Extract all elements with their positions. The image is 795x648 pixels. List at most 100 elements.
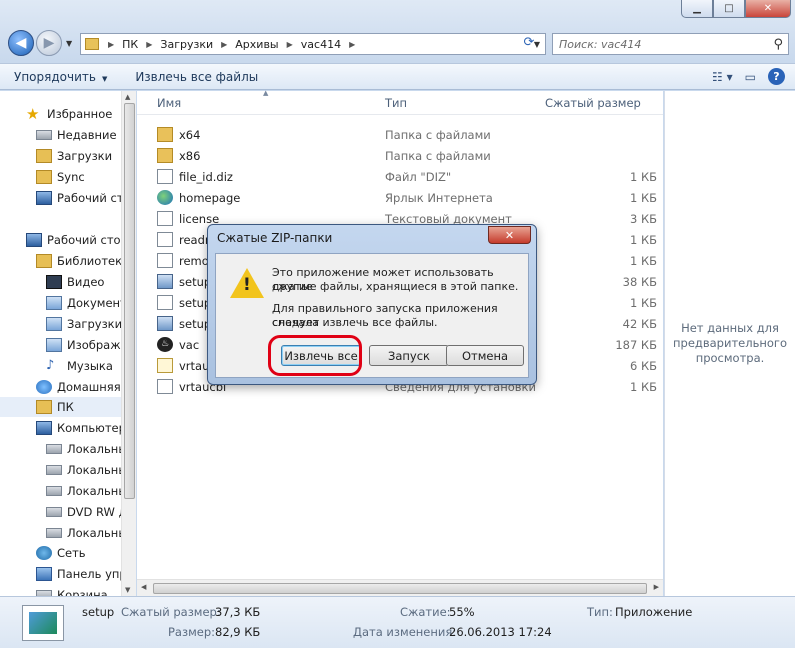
scrollbar-thumb[interactable]	[124, 103, 135, 499]
navigation-pane: ★ Избранное Недавние м Загрузки Sync Рабо…	[0, 91, 136, 596]
file-name: file_id.diz	[179, 169, 233, 184]
chevron-right-icon[interactable]: ▶	[103, 40, 119, 49]
file-size: 1 КБ	[629, 232, 657, 247]
view-options-icon[interactable]: ☷ ▾	[712, 70, 733, 84]
sidebar-item-desktop[interactable]: Рабочий стол	[26, 230, 128, 250]
dialog-close-button[interactable]: ✕	[488, 226, 531, 244]
table-row[interactable]: x64 Папка с файлами	[137, 124, 663, 145]
search-icon[interactable]: ⚲	[773, 37, 783, 52]
scroll-down-icon[interactable]: ▼	[125, 586, 130, 594]
sidebar-item-control-panel[interactable]: Панель упр	[36, 564, 127, 584]
dialog-body: ! Это приложение может использовать друг…	[215, 253, 529, 378]
column-header-type[interactable]: Тип	[385, 96, 407, 110]
scroll-up-icon[interactable]: ▲	[125, 93, 130, 101]
chevron-right-icon[interactable]: ▶	[216, 40, 232, 49]
back-button[interactable]: ◀	[8, 30, 34, 56]
arrow-right-icon: ▶	[43, 35, 55, 51]
table-row[interactable]: x86 Папка с файлами	[137, 145, 663, 166]
address-bar[interactable]: ▶ ПК ▶ Загрузки ▶ Архивы ▶ vac414 ▶ ▼	[80, 33, 546, 55]
preview-empty-text: Нет данных для предварительного просмотр…	[673, 321, 787, 365]
chevron-right-icon[interactable]: ▶	[344, 40, 360, 49]
file-size: 1 КБ	[629, 253, 657, 268]
table-row[interactable]: homepage Ярлык Интернета 1 КБ	[137, 187, 663, 208]
sidebar-item-label: Локальны	[67, 526, 128, 540]
file-size: 6 КБ	[629, 358, 657, 373]
forward-button[interactable]: ▶	[36, 30, 62, 56]
scroll-left-icon[interactable]: ◀	[141, 583, 146, 591]
preview-pane-icon[interactable]: ▭	[745, 70, 756, 84]
sidebar-item-libraries[interactable]: Библиотеки	[36, 251, 130, 271]
table-row[interactable]: file_id.diz Файл "DIZ" 1 КБ	[137, 166, 663, 187]
extract-all-button[interactable]: Извлечь все файлы	[121, 70, 272, 84]
document-icon	[157, 295, 173, 310]
homegroup-icon	[36, 380, 52, 394]
sidebar-item-recent[interactable]: Недавние м	[36, 125, 129, 145]
dvd-icon	[46, 507, 62, 517]
file-size: 1 КБ	[629, 169, 657, 184]
sidebar-item-pictures[interactable]: Изображе	[46, 335, 128, 355]
breadcrumb-archives[interactable]: Архивы	[232, 38, 281, 51]
sidebar-item-homegroup[interactable]: Домашняя	[36, 377, 121, 397]
breadcrumb-vac414[interactable]: vac414	[298, 38, 344, 51]
sidebar-item-label: Домашняя	[57, 380, 121, 394]
sidebar-item-music[interactable]: ♪ Музыка	[46, 356, 113, 376]
sidebar-item-network[interactable]: Сеть	[36, 543, 86, 563]
column-header-size[interactable]: Сжатый размер	[545, 96, 641, 110]
application-icon	[157, 274, 173, 289]
details-size-label: Размер:	[168, 625, 216, 639]
scroll-right-icon[interactable]: ▶	[654, 583, 659, 591]
maximize-button[interactable]: □	[713, 0, 745, 18]
sidebar-item-drive[interactable]: Локальны	[46, 460, 127, 480]
close-button[interactable]: ✕	[745, 0, 791, 18]
details-compression-value: 55%	[449, 605, 475, 619]
document-icon	[157, 169, 173, 184]
folder-icon	[157, 148, 173, 163]
dialog-message-line: сжатые файлы, хранящиеся в этой папке.	[272, 280, 519, 293]
sidebar-item-computer[interactable]: Компьютер	[36, 418, 126, 438]
sidebar-item-label: Sync	[57, 170, 85, 184]
help-icon[interactable]: ?	[768, 68, 785, 85]
arrow-left-icon: ◀	[15, 35, 27, 51]
file-name: vac	[179, 337, 200, 352]
recent-pages-dropdown[interactable]: ▼	[66, 39, 72, 48]
sidebar-item-pc[interactable]: ПК	[0, 397, 121, 417]
organize-button[interactable]: Упорядочить ▼	[0, 70, 121, 84]
file-size: 187 КБ	[615, 337, 657, 352]
refresh-icon[interactable]: ⟳	[518, 35, 540, 53]
sidebar-item-favorites[interactable]: ★ Избранное	[26, 104, 112, 124]
file-size: 42 КБ	[622, 316, 657, 331]
file-type: Папка с файлами	[385, 127, 491, 142]
chevron-right-icon[interactable]: ▶	[282, 40, 298, 49]
file-name: x64	[179, 127, 201, 142]
file-size: 1 КБ	[629, 379, 657, 394]
sidebar-item-label: DVD RW д	[67, 505, 127, 519]
recent-places-icon	[36, 130, 52, 140]
sidebar-item-documents[interactable]: Документ	[46, 293, 127, 313]
sidebar-item-drive[interactable]: Локальны	[46, 481, 127, 501]
sidebar-scrollbar[interactable]: ▲ ▼	[121, 91, 136, 596]
sidebar-item-label: Библиотеки	[57, 254, 130, 268]
sidebar-item-dvd[interactable]: DVD RW д	[46, 502, 127, 522]
sidebar-item-recycle-bin[interactable]: Корзина	[36, 585, 108, 596]
search-input[interactable]: Поиск: vac414 ⚲	[552, 33, 789, 55]
run-button[interactable]: Запуск	[369, 345, 449, 366]
chevron-right-icon[interactable]: ▶	[141, 40, 157, 49]
horizontal-scrollbar[interactable]: ◀ ▶	[137, 579, 663, 596]
sidebar-item-drive[interactable]: Локальны	[46, 523, 127, 543]
sidebar-item-sync[interactable]: Sync	[36, 167, 85, 187]
sidebar-item-label: Загрузки	[57, 149, 113, 163]
sidebar-item-video[interactable]: Видео	[46, 272, 104, 292]
column-header-name[interactable]: Имя	[157, 96, 181, 110]
sidebar-item-drive[interactable]: Локальны	[46, 439, 127, 459]
sidebar-item-downloads[interactable]: Загрузки	[36, 146, 112, 166]
scrollbar-thumb[interactable]	[153, 583, 647, 594]
sidebar-item-label: ПК	[57, 400, 74, 414]
minimize-button[interactable]: ▁	[681, 0, 713, 18]
cancel-button[interactable]: Отмена	[446, 345, 524, 366]
breadcrumb-pc[interactable]: ПК	[119, 38, 141, 51]
breadcrumb-downloads[interactable]: Загрузки	[157, 38, 216, 51]
sidebar-item-lib-downloads[interactable]: Загрузки	[46, 314, 122, 334]
sidebar-item-label: Документ	[67, 296, 127, 310]
sidebar-item-desktop-fav[interactable]: Рабочий ст	[36, 188, 124, 208]
zip-dialog: Сжатые ZIP-папки ✕ ! Это приложение може…	[207, 224, 537, 385]
